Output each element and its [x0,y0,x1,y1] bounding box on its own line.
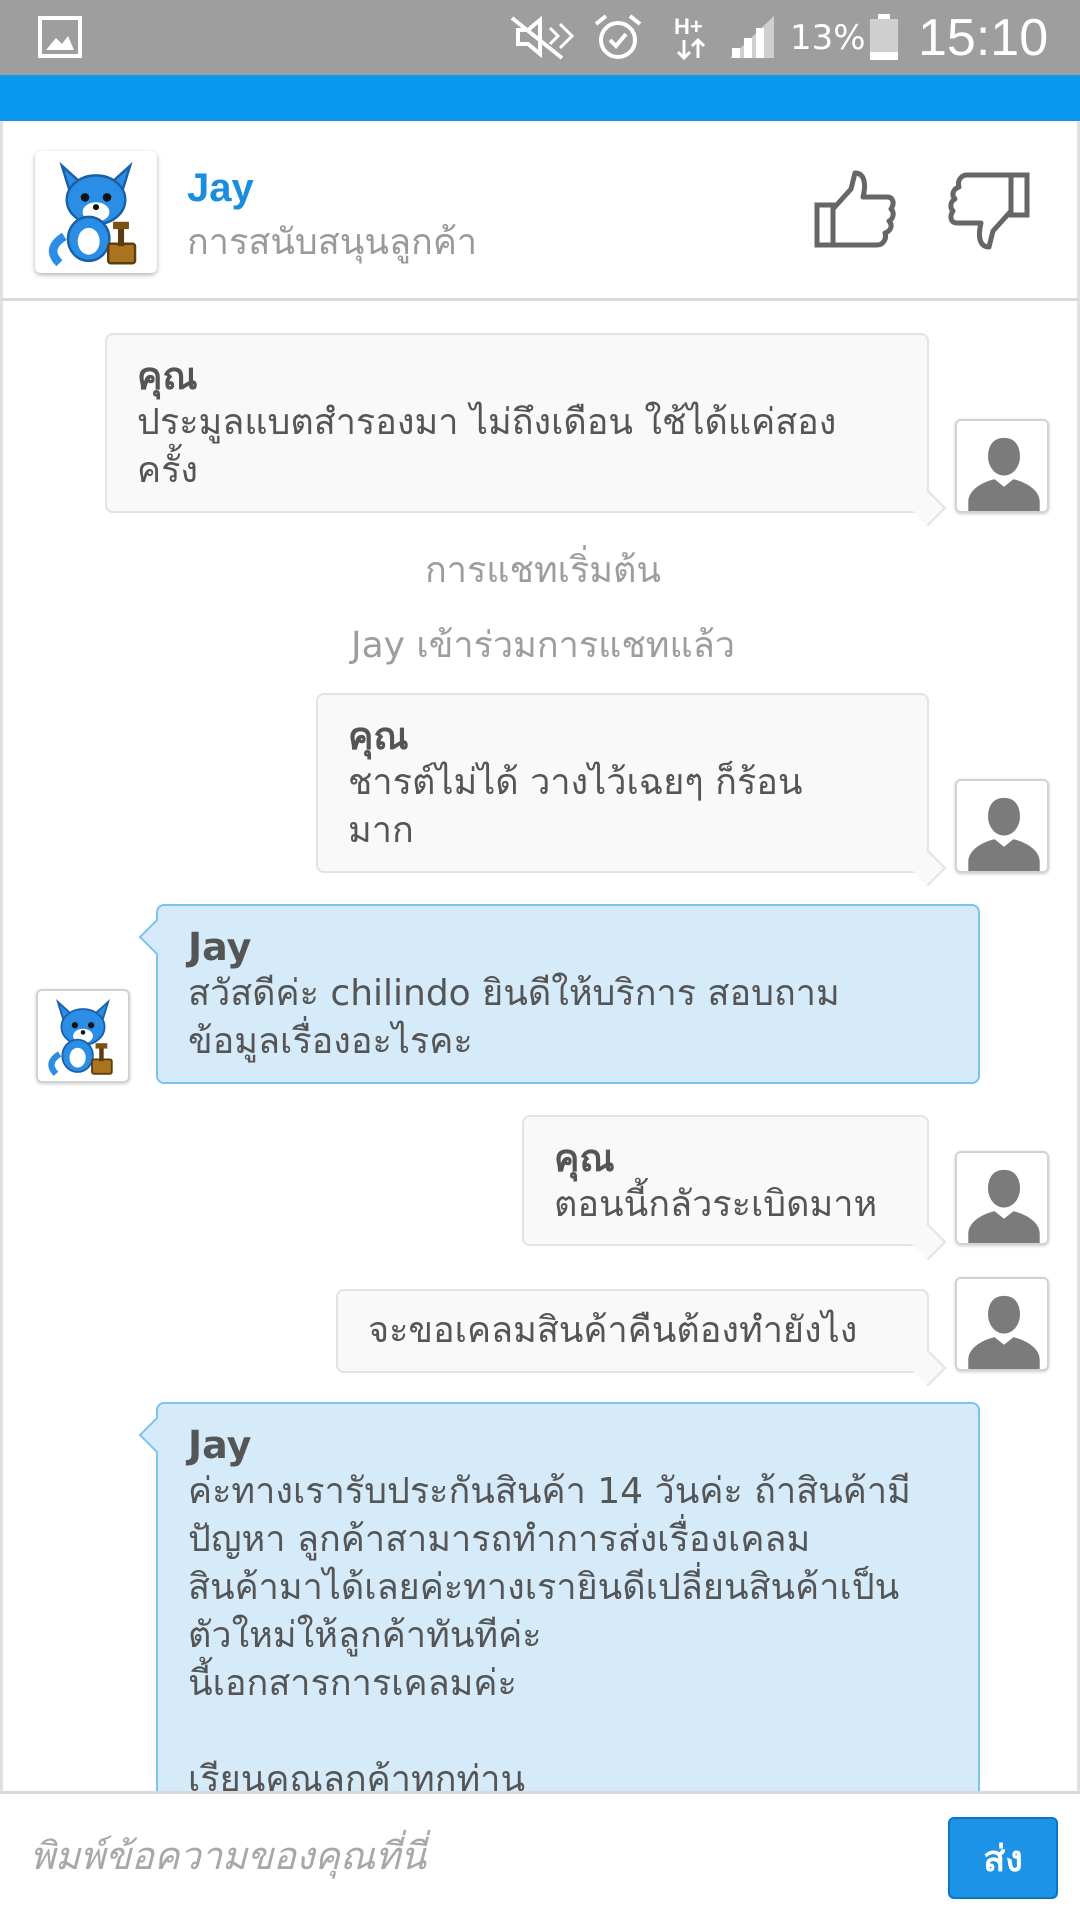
message-text: จะขอเคลมสินค้าคืนต้องทำยังไง [368,1310,858,1351]
user-message: คุณ ชารต์ไม่ได้ วางไว้เฉยๆ ก็ร้อน มาก [316,693,929,873]
agent-name: Jay [187,166,254,210]
alarm-icon [594,14,642,59]
user-avatar [955,1277,1049,1371]
person-icon [957,781,1049,873]
message-sender: คุณ [137,354,198,398]
agent-avatar [35,151,157,273]
agent-message-avatar [36,989,130,1083]
chat-log[interactable]: คุณ ประมูลแบตสำรองมา ไม่ถึงเดือน ใช้ได้แ… [0,301,1080,1791]
battery-percent: 13% [790,18,866,58]
fox-mascot-icon [35,151,157,273]
agent-role: การสนับสนุนลูกค้า [187,222,478,263]
message-sender: คุณ [554,1136,615,1180]
agent-message: Jay สวัสดีค่ะ chilindo ยินดีให้บริการ สอ… [156,904,980,1084]
hplus-data-icon: H+ [674,14,706,61]
chat-header: Jay การสนับสนุนลูกค้า [0,121,1080,301]
system-note-chat-started: การแชทเริ่มต้น [424,550,662,591]
fox-mascot-icon [38,991,128,1081]
user-avatar [955,779,1049,873]
gallery-icon [38,16,82,58]
thumbs-down-icon[interactable] [947,167,1033,253]
person-icon [957,1153,1049,1245]
message-sender: Jay [188,925,252,969]
person-icon [957,421,1049,513]
send-button[interactable]: ส่ง [948,1817,1058,1899]
mute-icon [510,15,575,60]
message-sender: คุณ [348,714,409,758]
message-text: ตอนนี้กลัวระเบิดมาห [554,1184,878,1225]
message-text: ประมูลแบตสำรองมา ไม่ถึงเดือน ใช้ได้แค่สอ… [137,402,837,491]
user-message: คุณ ตอนนี้กลัวระเบิดมาห [522,1115,929,1246]
battery-icon [870,14,898,60]
message-text: ค่ะทางเรารับประกันสินค้า 14 วันค่ะ ถ้าสิ… [188,1471,911,1791]
message-input[interactable] [30,1816,910,1896]
message-composer: ส่ง [0,1791,1080,1920]
message-text: ชารต์ไม่ได้ วางไว้เฉยๆ ก็ร้อน มาก [348,762,803,851]
message-text: สวัสดีค่ะ chilindo ยินดีให้บริการ สอบถาม… [188,973,840,1062]
accent-bar [0,75,1080,121]
user-avatar [955,1151,1049,1245]
user-message: คุณ ประมูลแบตสำรองมา ไม่ถึงเดือน ใช้ได้แ… [105,333,929,513]
svg-text:H+: H+ [674,14,703,39]
user-message: จะขอเคลมสินค้าคืนต้องทำยังไง [336,1289,929,1373]
message-sender: Jay [188,1423,252,1467]
thumbs-up-icon[interactable] [811,167,897,253]
status-bar: H+ 13% 15:10 [0,0,1080,75]
person-icon [957,1279,1049,1371]
system-note-agent-joined: Jay เข้าร่วมการแชทแล้ว [350,625,736,666]
user-avatar [955,419,1049,513]
agent-message: Jay ค่ะทางเรารับประกันสินค้า 14 วันค่ะ ถ… [156,1402,980,1791]
clock: 15:10 [918,9,1049,67]
signal-icon [730,16,774,58]
